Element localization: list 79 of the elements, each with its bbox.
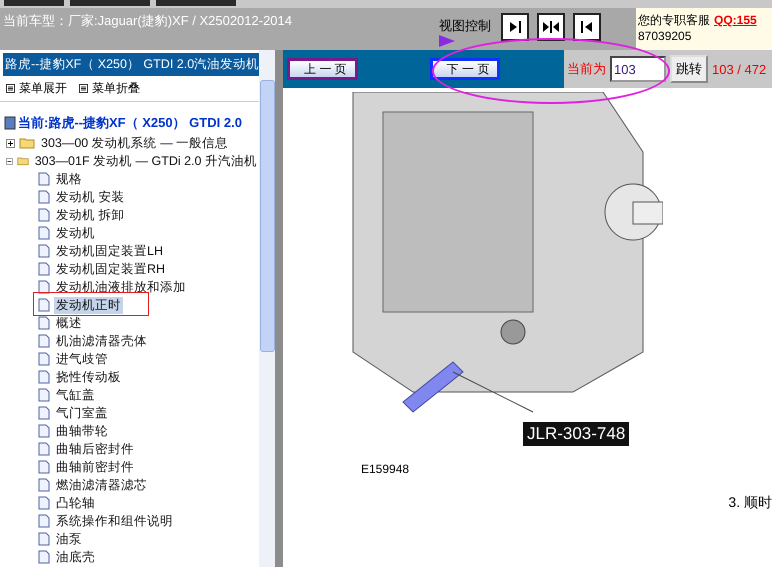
sidebar-title: 路虎--捷豹XF（ X250） GTDI 2.0汽油发动机 — [3, 53, 259, 76]
page-input[interactable]: 103 — [610, 56, 666, 82]
view-control-label: 视图控制 — [439, 17, 491, 35]
document-icon — [38, 334, 50, 348]
current-page-label: 当前为 — [567, 60, 606, 78]
tree-item[interactable]: 气门室盖 — [54, 404, 110, 422]
tree-item[interactable]: 油底壳 — [54, 548, 97, 566]
phone-number: 87039205 — [638, 28, 692, 44]
folder-icon — [16, 155, 29, 167]
go-button[interactable]: 跳转 — [670, 55, 708, 83]
page-count: 103 / 472 — [712, 62, 766, 76]
tree-item[interactable]: 气缸盖 — [54, 386, 97, 404]
tree-item[interactable]: 发动机 — [54, 224, 97, 242]
folder-icon — [19, 137, 35, 149]
document-icon — [38, 550, 50, 564]
document-icon — [38, 262, 50, 276]
tree-item[interactable]: 概述 — [54, 314, 84, 332]
document-icon — [38, 478, 50, 492]
document-icon — [38, 442, 50, 456]
document-icon — [38, 244, 50, 258]
document-icon — [38, 298, 50, 312]
split-arrows-icon — [542, 21, 560, 33]
tree-item[interactable]: 机油滤清器壳体 — [54, 332, 149, 350]
arrow-right-icon — [508, 21, 522, 33]
document-icon — [38, 496, 50, 510]
tree-item[interactable]: 规格 — [54, 170, 84, 188]
tree-item[interactable]: 凸轮轴 — [54, 494, 97, 512]
tree-root[interactable]: 当前:路虎--捷豹XF（ X250） GTDI 2.0 — [18, 114, 242, 132]
qq-link[interactable]: QQ:155 — [714, 12, 757, 28]
tree-item[interactable]: 发动机 拆卸 — [54, 206, 126, 224]
tree-item[interactable]: 进气歧管 — [54, 350, 110, 368]
tree-item[interactable]: 发动机油液排放和添加 — [54, 278, 188, 296]
tree-item[interactable]: 油泵 — [54, 530, 84, 548]
document-icon — [38, 532, 50, 546]
document-icon — [38, 406, 50, 420]
view-button[interactable] — [537, 13, 565, 41]
tree-item[interactable]: 曲轴前密封件 — [54, 458, 136, 476]
document-icon — [38, 460, 50, 474]
tree-item[interactable]: 发动机固定装置LH — [54, 242, 165, 260]
service-label: 您的专职客服 — [638, 12, 710, 28]
previous-page-button[interactable]: 上 一 页 — [287, 58, 358, 80]
triangle-icon — [439, 35, 455, 47]
tree-item[interactable]: 发动机正时 — [54, 296, 123, 314]
vehicle-label: 当前车型：厂家:Jaguar(捷豹)XF / X2502012-2014 — [2, 12, 293, 30]
document-icon — [38, 190, 50, 204]
document-icon — [38, 352, 50, 366]
tree-folder[interactable]: 303—01F 发动机 — GTDi 2.0 升汽油机 — [32, 152, 259, 170]
list-icon — [6, 84, 15, 93]
document-icon — [38, 226, 50, 240]
document-icon — [38, 424, 50, 438]
tree-item[interactable]: 曲轴带轮 — [54, 422, 110, 440]
tree-item[interactable]: 曲轴后密封件 — [54, 440, 136, 458]
tree-item[interactable]: 发动机 安装 — [54, 188, 126, 206]
menu-action[interactable]: 菜单折叠 — [92, 80, 140, 97]
step-text: 3. 顺时 — [728, 494, 772, 512]
tree-folder[interactable]: 303—00 发动机系统 — 一般信息 — [39, 134, 230, 152]
document-icon — [38, 370, 50, 384]
arrow-left-icon — [580, 21, 594, 33]
menu-action[interactable]: 菜单展开 — [19, 80, 67, 97]
document-icon — [38, 280, 50, 294]
document-icon — [38, 388, 50, 402]
next-page-button[interactable]: 下 一 页 — [430, 58, 500, 80]
figure-id: E159948 — [361, 462, 410, 476]
document-icon — [38, 208, 50, 222]
tree-item[interactable]: 系统操作和组件说明 — [54, 512, 175, 530]
tree-item[interactable]: 燃油滤清器滤芯 — [54, 476, 149, 494]
list-icon — [79, 84, 88, 93]
tool-label: JLR-303-748 — [523, 422, 630, 446]
tree-item[interactable]: 挠性传动板 — [54, 368, 123, 386]
document-icon — [38, 316, 50, 330]
scrollbar[interactable] — [259, 50, 275, 567]
tree-item[interactable]: 发动机固定装置RH — [54, 260, 168, 278]
document-icon — [38, 514, 50, 528]
computer-icon — [4, 116, 16, 130]
expand-icon[interactable] — [6, 138, 15, 148]
view-button[interactable] — [501, 13, 529, 41]
view-button[interactable] — [573, 13, 601, 41]
document-icon — [38, 172, 50, 186]
collapse-icon[interactable] — [6, 156, 13, 166]
